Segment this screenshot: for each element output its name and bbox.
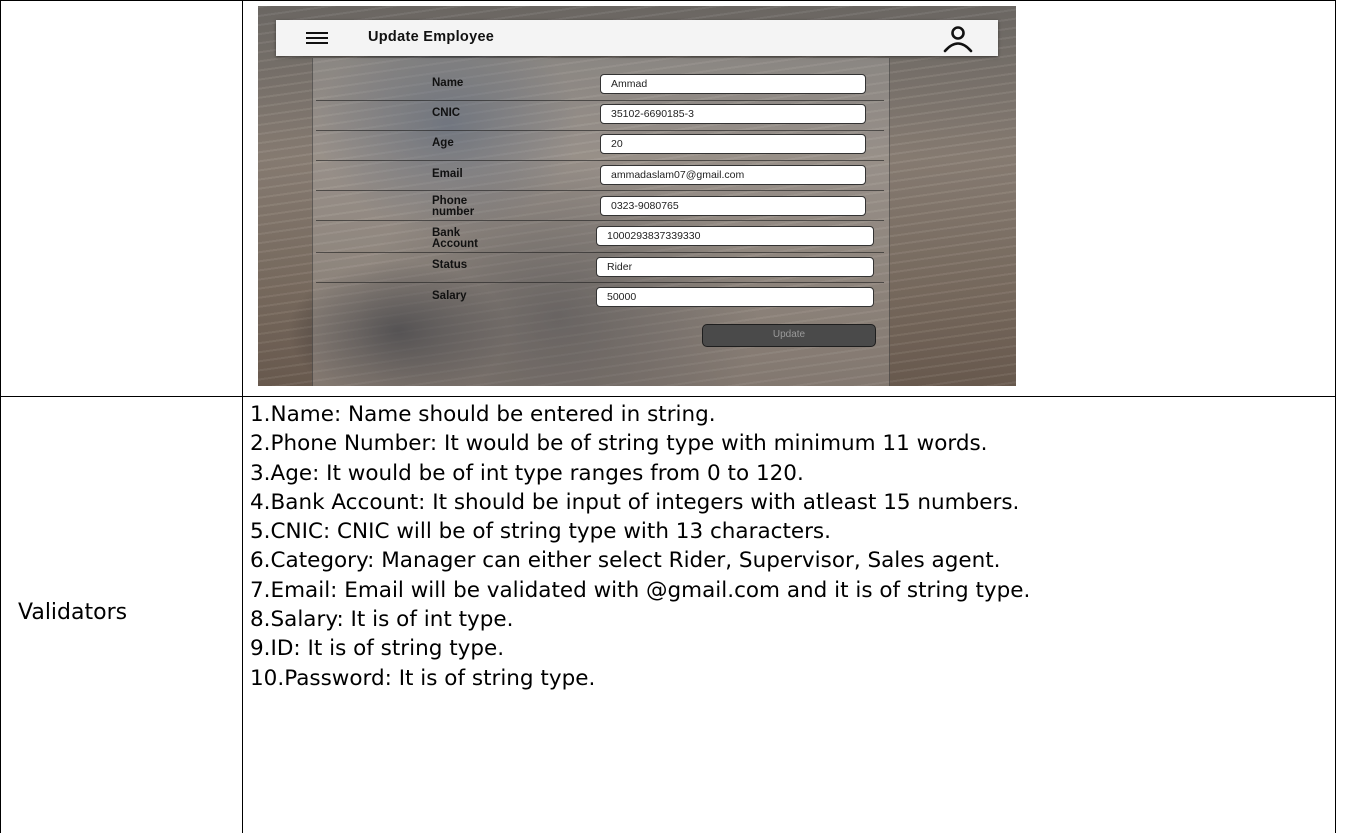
hamburger-menu-icon[interactable] xyxy=(306,32,328,44)
row-divider xyxy=(316,252,884,253)
phone-number-field[interactable] xyxy=(600,196,866,216)
row-divider xyxy=(316,160,884,161)
validators-list: 1.Name: Name should be entered in string… xyxy=(250,400,1030,693)
row-divider xyxy=(316,282,884,283)
table-border-left xyxy=(0,0,1,833)
row-divider xyxy=(316,190,884,191)
list-item: 4.Bank Account: It should be input of in… xyxy=(250,489,1020,515)
cnic-label: CNIC xyxy=(432,107,461,119)
list-item: 10.Password: It is of string type. xyxy=(250,665,596,691)
list-item: 9.ID: It is of string type. xyxy=(250,636,505,662)
age-field[interactable] xyxy=(600,134,866,154)
bank-account-label: Bank Account xyxy=(432,227,478,250)
list-item: 5.CNIC: CNIC will be of string type with… xyxy=(250,519,831,545)
salary-label: Salary xyxy=(432,290,467,302)
row-divider xyxy=(316,130,884,131)
list-item: 1.Name: Name should be entered in string… xyxy=(250,402,716,427)
list-item: 7.Email: Email will be validated with @g… xyxy=(250,577,1031,603)
validators-label: Validators xyxy=(18,600,128,625)
cnic-field[interactable] xyxy=(600,104,866,124)
name-label: Name xyxy=(432,77,464,89)
age-label: Age xyxy=(432,137,454,149)
table-column-divider xyxy=(242,0,243,833)
list-item: 2.Phone Number: It would be of string ty… xyxy=(250,431,988,457)
table-border-right xyxy=(1335,0,1336,833)
phone-number-label: Phone number xyxy=(432,195,475,218)
list-item: 8.Salary: It is of int type. xyxy=(250,607,514,633)
app-screenshot: Update Employee Name CNIC Age Email Phon… xyxy=(258,6,1016,386)
name-field[interactable] xyxy=(600,74,866,94)
app-header: Update Employee xyxy=(276,20,998,56)
email-label: Email xyxy=(432,168,463,180)
email-field[interactable] xyxy=(600,165,866,185)
row-divider xyxy=(316,100,884,101)
list-item: 3.Age: It would be of int type ranges fr… xyxy=(250,460,804,486)
status-label: Status xyxy=(432,259,468,271)
table-border-top xyxy=(0,0,1336,1)
table-row-divider xyxy=(0,396,1336,397)
row-divider xyxy=(316,220,884,221)
salary-field[interactable] xyxy=(596,287,874,307)
list-item: 6.Category: Manager can either select Ri… xyxy=(250,548,1001,574)
status-field[interactable] xyxy=(596,257,874,277)
bank-account-field[interactable] xyxy=(596,226,874,246)
page-title: Update Employee xyxy=(368,29,495,45)
update-button[interactable]: Update xyxy=(702,324,876,347)
user-profile-icon[interactable] xyxy=(942,24,974,54)
